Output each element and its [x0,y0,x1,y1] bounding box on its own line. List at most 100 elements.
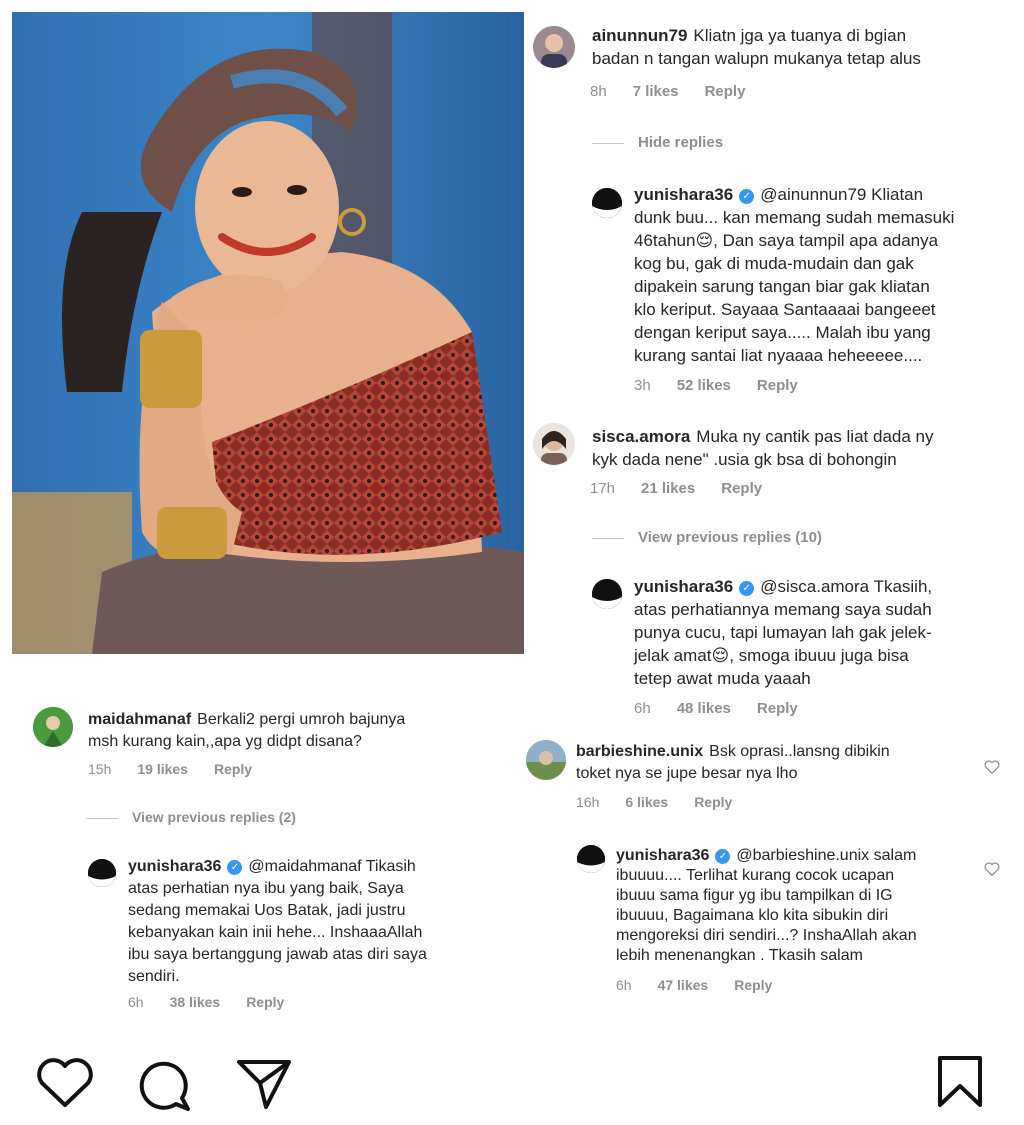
comment-username[interactable]: yunishara36 [616,847,709,864]
comment-text: yunishara36 ✓ @sisca.amora Tkasiih, atas p… [634,575,1019,690]
comment-like-heart-icon[interactable] [984,862,1000,881]
reply-button[interactable]: Reply [757,700,798,717]
comment-time: 16h [576,794,600,810]
reply-button[interactable]: Reply [721,480,762,497]
comment-button[interactable] [136,1058,192,1112]
likes-count[interactable]: 19 likes [137,761,188,777]
user-photo-icon [533,26,575,68]
view-previous-replies-button[interactable]: View previous replies (10) [592,529,822,546]
divider-line [86,817,118,819]
comment-line: dengan keriput saya..... Malah ibu yang [634,323,931,342]
comment-text: yunishara36 ✓ @maidahmanaf Tikasih atas pe… [128,856,508,988]
comment-meta: 3h 52 likes Reply [634,377,824,394]
comment-line: kurang santai liat nyaaaa heheeeee.... [634,346,923,365]
avatar[interactable] [577,845,605,873]
comment-line: sendiri. [128,968,180,985]
save-button[interactable] [936,1055,984,1109]
comment-line: Berkali2 pergi umroh bajunya [197,711,406,728]
hide-replies-button[interactable]: Hide replies [592,134,723,151]
comment-line: kog bu, gak di muda-mudain dan gak [634,254,914,273]
comment-line: Kliatn jga ya tuanya di bgian [693,26,907,45]
comment-username[interactable]: maidahmanaf [88,711,191,728]
bookmark-icon [938,1056,982,1107]
comment-username[interactable]: yunishara36 [634,577,733,596]
comment-username[interactable]: yunishara36 [634,185,733,204]
verified-badge-icon: ✓ [227,860,243,875]
comment-time: 8h [590,83,607,100]
user-photo-icon [592,188,622,218]
likes-count[interactable]: 52 likes [677,377,731,394]
comment-line: ibu saya bertanggung jawab atas diri say… [128,946,427,963]
mention-link[interactable]: @barbieshine.unix [736,847,869,864]
user-photo-icon [88,859,116,887]
divider-line [592,537,624,539]
comment-line: sedang memakai Uos Batak, jadi justru [128,902,406,919]
comment-line: lebih menenangkan . Tkasih salam [616,947,863,964]
comment-username[interactable]: ainunnun79 [592,26,687,45]
mention-link[interactable]: @ainunnun79 [760,185,866,204]
reply-button[interactable]: Reply [705,83,746,100]
likes-count[interactable]: 7 likes [633,83,679,100]
comment-line: toket nya se jupe besar nya lho [576,765,798,782]
verified-badge-icon: ✓ [739,189,755,204]
comment-line: tetep awat muda yaaah [634,669,811,688]
comment-line: Tkasiih, [873,577,933,596]
comment-username[interactable]: sisca.amora [592,427,690,446]
comment-line: Muka ny cantik pas liat dada ny [696,427,934,446]
reply-button[interactable]: Reply [246,994,284,1010]
comment-meta: 6h 48 likes Reply [634,700,824,717]
toggle-label: View previous replies (10) [638,529,822,546]
view-previous-replies-button[interactable]: View previous replies (2) [86,809,296,825]
likes-count[interactable]: 47 likes [658,977,709,993]
verified-badge-icon: ✓ [715,849,731,864]
divider-line [592,142,624,144]
comment-line: Kliatan [871,185,924,204]
comment-text: maidahmanaf Berkali2 pergi umroh bajunya … [88,709,508,753]
share-button[interactable] [236,1058,292,1110]
comment-time: 15h [88,761,112,777]
user-photo-icon [592,579,622,609]
comment-username[interactable]: barbieshine.unix [576,743,703,760]
user-photo-icon [33,707,73,747]
reply-button[interactable]: Reply [734,977,772,993]
avatar[interactable] [526,740,566,780]
comment-meta: 15h 19 likes Reply [88,761,278,777]
avatar[interactable] [88,859,116,887]
comment-line: salam [873,847,917,864]
reply-button[interactable]: Reply [757,377,798,394]
comment-text: yunishara36 ✓ @barbieshine.unix salam ibuu… [616,846,986,966]
mention-link[interactable]: @sisca.amora [760,577,869,596]
likes-count[interactable]: 6 likes [625,794,668,810]
comment-time: 3h [634,377,651,394]
avatar[interactable] [33,707,73,747]
comment-like-heart-icon[interactable] [984,760,1000,779]
comment-line: ibuuuu, Bagaimana klo kita sibukin diri [616,907,889,924]
mention-link[interactable]: @maidahmanaf [248,858,361,875]
comment-meta: 16h 6 likes Reply [576,794,758,810]
comment-username[interactable]: yunishara36 [128,858,221,875]
avatar[interactable] [533,423,575,465]
comment-line: 46tahun😌, Dan saya tampil apa adanya [634,231,939,250]
like-button[interactable] [36,1057,94,1109]
reply-button[interactable]: Reply [694,794,732,810]
toggle-label: View previous replies (2) [132,809,296,825]
comment-bubble-icon [139,1061,190,1111]
paper-plane-icon [237,1060,291,1109]
avatar[interactable] [592,579,622,609]
user-photo-icon [577,845,605,873]
comment-line: kyk dada nene" .usia gk bsa di bohongin [592,450,897,469]
comment-meta: 8h 7 likes Reply [590,83,771,100]
likes-count[interactable]: 38 likes [170,994,221,1010]
reply-button[interactable]: Reply [214,761,252,777]
likes-count[interactable]: 21 likes [641,480,695,497]
comment-text: barbieshine.unix Bsk oprasi..lansng dibik… [576,741,976,785]
comment-line: Tikasih [365,858,416,875]
avatar[interactable] [533,26,575,68]
verified-badge-icon: ✓ [739,581,755,596]
comment-line: jelak amat😌, smoga ibuuu juga bisa [634,646,909,665]
comment-time: 6h [128,994,144,1010]
likes-count[interactable]: 48 likes [677,700,731,717]
avatar[interactable] [592,188,622,218]
comment-line: dunk buu... kan memang sudah memasuki [634,208,955,227]
heart-icon [37,1058,93,1107]
